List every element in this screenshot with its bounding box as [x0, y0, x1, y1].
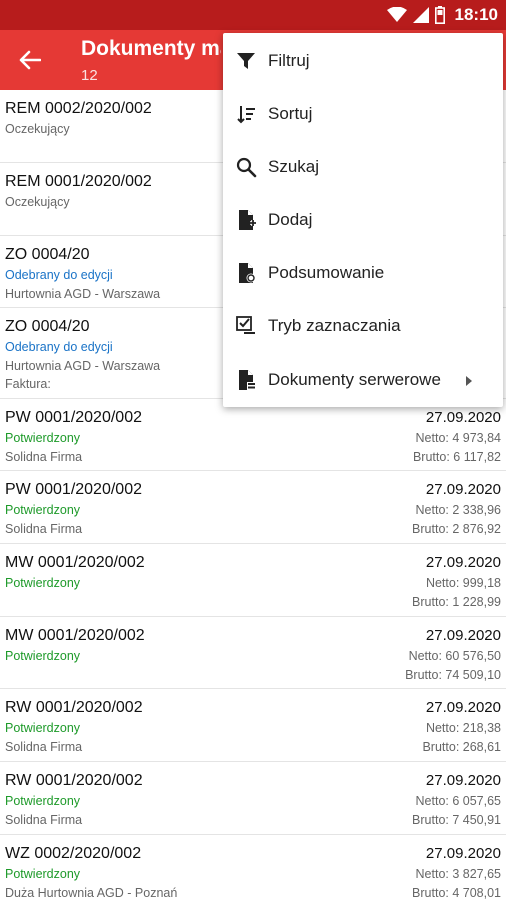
- document-netto: Netto: 60 576,50: [408, 649, 501, 663]
- filter-icon: [234, 49, 258, 73]
- menu-item-server-documents[interactable]: Dokumenty serwerowe: [223, 353, 503, 406]
- document-brutto: Brutto: 7 450,91: [412, 813, 501, 827]
- document-number: ZO 0004/20: [5, 246, 90, 263]
- document-brutto: Brutto: 268,61: [422, 740, 501, 754]
- document-status: Odebrany do edycji: [5, 268, 113, 282]
- back-button[interactable]: [14, 46, 46, 74]
- server-document-icon: [234, 368, 258, 392]
- document-company: Hurtownia AGD - Warszawa: [5, 359, 161, 373]
- document-count: 12: [81, 67, 98, 84]
- status-icons: 18:10: [386, 4, 498, 26]
- document-number: RW 0001/2020/002: [5, 772, 143, 789]
- overflow-menu: Filtruj Sortuj Szukaj Dodaj Podsumowanie…: [223, 33, 503, 407]
- document-number: MW 0001/2020/002: [5, 627, 145, 644]
- document-company: Solidna Firma: [5, 450, 83, 464]
- document-company: Solidna Firma: [5, 740, 83, 754]
- document-date: 27.09.2020: [425, 481, 501, 498]
- document-brutto: Brutto: 1 228,99: [412, 595, 501, 609]
- document-company: Solidna Firma: [5, 813, 83, 827]
- document-brutto: Brutto: 74 509,10: [405, 668, 501, 682]
- list-item[interactable]: PW 0001/2020/002 Potwierdzony Solidna Fi…: [0, 399, 506, 471]
- menu-item-sort[interactable]: Sortuj: [223, 87, 503, 140]
- menu-item-add[interactable]: Dodaj: [223, 193, 503, 246]
- document-date: 27.09.2020: [425, 554, 501, 571]
- document-date: 27.09.2020: [425, 627, 501, 644]
- list-item[interactable]: RW 0001/2020/002 Potwierdzony Solidna Fi…: [0, 762, 506, 835]
- menu-item-label: Dodaj: [268, 209, 313, 229]
- menu-item-filter[interactable]: Filtruj: [223, 34, 503, 87]
- menu-item-summary[interactable]: Podsumowanie: [223, 246, 503, 299]
- list-item[interactable]: PW 0001/2020/002 Potwierdzony Solidna Fi…: [0, 471, 506, 544]
- document-status: Potwierdzony: [5, 649, 81, 663]
- document-number: PW 0001/2020/002: [5, 481, 142, 498]
- menu-item-selection-mode[interactable]: Tryb zaznaczania: [223, 299, 503, 352]
- document-date: 27.09.2020: [425, 845, 501, 862]
- document-company: Solidna Firma: [5, 522, 83, 536]
- battery-icon: [434, 6, 445, 24]
- document-number: REM 0002/2020/002: [5, 100, 152, 117]
- menu-item-label: Tryb zaznaczania: [268, 315, 401, 335]
- document-status: Potwierdzony: [5, 721, 81, 735]
- menu-item-search[interactable]: Szukaj: [223, 140, 503, 193]
- menu-item-label: Filtruj: [268, 50, 310, 70]
- signal-icon: [412, 7, 429, 23]
- document-brutto: Brutto: 6 117,82: [412, 450, 501, 464]
- document-date: 27.09.2020: [425, 409, 501, 426]
- document-invoice-label: Faktura:: [5, 377, 51, 391]
- document-status: Potwierdzony: [5, 794, 81, 808]
- list-item[interactable]: WZ 0002/2020/002 Potwierdzony Duża Hurto…: [0, 835, 506, 900]
- arrow-back-icon: [19, 50, 41, 70]
- document-netto: Netto: 3 827,65: [415, 867, 501, 881]
- submenu-arrow-icon: [465, 374, 475, 386]
- document-company: Hurtownia AGD - Warszawa: [5, 287, 161, 301]
- document-company: Duża Hurtownia AGD - Poznań: [5, 886, 178, 900]
- document-date: 27.09.2020: [425, 699, 501, 716]
- document-netto: Netto: 4 973,84: [415, 431, 501, 445]
- menu-item-label: Szukaj: [268, 156, 320, 176]
- document-netto: Netto: 999,18: [425, 576, 501, 590]
- list-item[interactable]: MW 0001/2020/002 Potwierdzony 27.09.2020…: [0, 617, 506, 689]
- document-brutto: Brutto: 4 708,01: [412, 886, 501, 900]
- wifi-icon: [386, 7, 407, 22]
- document-netto: Netto: 2 338,96: [415, 503, 501, 517]
- summary-document-icon: [234, 261, 258, 285]
- document-number: WZ 0002/2020/002: [5, 845, 142, 862]
- document-status: Potwierdzony: [5, 431, 81, 445]
- document-date: 27.09.2020: [425, 772, 501, 789]
- status-time: 18:10: [454, 5, 498, 24]
- document-netto: Netto: 6 057,65: [415, 794, 501, 808]
- list-item[interactable]: RW 0001/2020/002 Potwierdzony Solidna Fi…: [0, 689, 506, 762]
- add-document-icon: [234, 208, 258, 232]
- menu-item-label: Sortuj: [268, 103, 313, 123]
- menu-item-label: Dokumenty serwerowe: [268, 369, 441, 389]
- document-number: ZO 0004/20: [5, 318, 90, 335]
- status-bar: 18:10: [0, 0, 506, 30]
- document-number: REM 0001/2020/002: [5, 173, 152, 190]
- document-number: RW 0001/2020/002: [5, 699, 143, 716]
- document-netto: Netto: 218,38: [425, 721, 501, 735]
- document-status: Potwierdzony: [5, 503, 81, 517]
- document-status: Oczekujący: [5, 122, 70, 136]
- checklist-icon: [234, 314, 258, 338]
- list-item[interactable]: MW 0001/2020/002 Potwierdzony 27.09.2020…: [0, 544, 506, 617]
- document-status: Potwierdzony: [5, 867, 81, 881]
- document-status: Oczekujący: [5, 195, 70, 209]
- document-number: PW 0001/2020/002: [5, 409, 142, 426]
- page-title: Dokumenty magazynowe: [81, 37, 221, 60]
- document-number: MW 0001/2020/002: [5, 554, 145, 571]
- document-brutto: Brutto: 2 876,92: [412, 522, 501, 536]
- menu-item-label: Podsumowanie: [268, 262, 385, 282]
- sort-icon: [234, 102, 258, 126]
- search-icon: [234, 155, 258, 179]
- document-status: Potwierdzony: [5, 576, 81, 590]
- document-status: Odebrany do edycji: [5, 340, 113, 354]
